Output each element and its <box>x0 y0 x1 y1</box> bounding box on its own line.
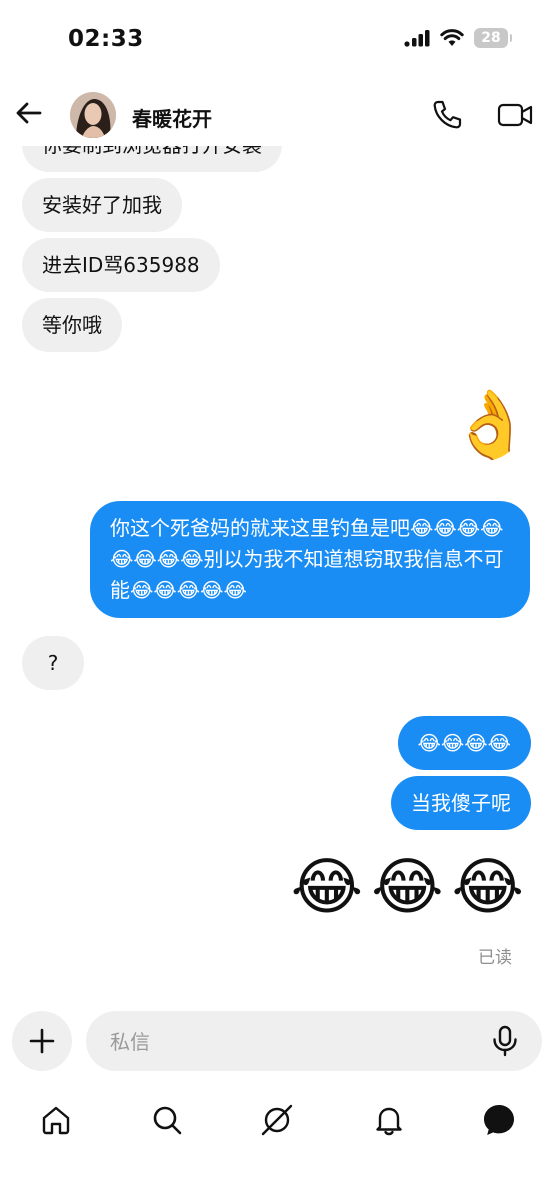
outgoing-message[interactable]: 你这个死爸妈的就来这里钓鱼是吧😂😂😂😂😂😂😂😂别以为我不知道想窃取我信息不可能😂… <box>90 501 530 618</box>
home-icon <box>42 1106 70 1135</box>
nav-messages[interactable] <box>479 1100 519 1140</box>
messages-bubble-icon <box>484 1105 514 1135</box>
incoming-message[interactable]: 等你哦 <box>22 298 122 352</box>
outgoing-emoji-message[interactable]: 😂😂😂 <box>291 852 532 922</box>
outgoing-emoji-message[interactable]: 👌 <box>450 388 532 462</box>
plus-icon <box>29 1028 55 1054</box>
nav-notifications[interactable] <box>369 1100 409 1140</box>
message-list: 你要制到浏览器打开安装 安装好了加我 进去ID骂635988 等你哦 👌 你这个… <box>0 0 554 1000</box>
back-arrow-icon <box>16 102 42 124</box>
voice-call-button[interactable] <box>430 98 464 132</box>
incoming-message[interactable]: ? <box>22 636 84 690</box>
video-camera-icon <box>497 103 533 127</box>
chat-header: 春暖花开 <box>0 84 554 146</box>
seen-status: 已读 <box>478 948 512 968</box>
message-composer <box>86 1011 542 1073</box>
nav-home[interactable] <box>36 1100 76 1140</box>
message-input[interactable] <box>108 1011 472 1073</box>
video-call-button[interactable] <box>496 98 534 132</box>
explore-icon <box>261 1104 293 1136</box>
phone-icon <box>433 100 462 129</box>
contact-name[interactable]: 春暖花开 <box>132 103 212 132</box>
microphone-icon <box>493 1025 517 1057</box>
outgoing-message[interactable]: 😂😂😂😂 <box>397 716 531 770</box>
add-attachment-button[interactable] <box>12 1011 72 1071</box>
avatar-image <box>70 92 116 138</box>
notifications-bell-icon <box>376 1107 402 1136</box>
incoming-message[interactable]: 安装好了加我 <box>22 178 182 232</box>
voice-message-button[interactable] <box>490 1025 520 1057</box>
outgoing-message[interactable]: 当我傻子呢 <box>391 776 531 830</box>
nav-search[interactable] <box>147 1100 187 1140</box>
search-icon <box>153 1106 182 1135</box>
incoming-message[interactable]: 进去ID骂635988 <box>22 238 220 292</box>
nav-explore[interactable] <box>257 1100 297 1140</box>
bottom-navigation <box>0 1090 554 1150</box>
contact-avatar[interactable] <box>70 92 116 138</box>
back-button[interactable] <box>12 96 46 130</box>
